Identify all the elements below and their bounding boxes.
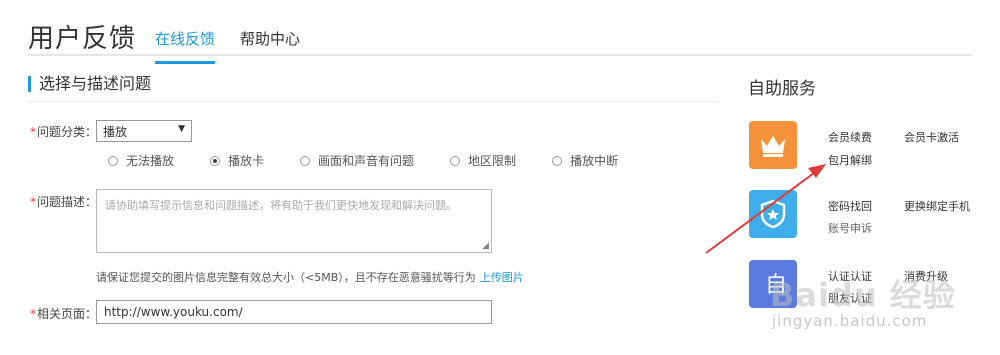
resize-grip-icon[interactable]: ◢: [482, 241, 489, 251]
radio-option-2[interactable]: 画面和声音有问题: [300, 152, 414, 169]
radio-dot-icon: [450, 155, 461, 166]
dropdown-arrow-icon: ▼: [178, 124, 185, 134]
baidu-watermark: Baidu 经验: [770, 276, 956, 314]
link-card-activate[interactable]: 会员卡激活: [904, 129, 959, 145]
page-title: 用户反馈: [28, 24, 137, 54]
radio-dot-icon: [108, 155, 118, 166]
tab-help-center[interactable]: 帮助中心: [240, 28, 300, 64]
radio-option-4[interactable]: 播放中断: [552, 152, 618, 169]
category-selected-value: 播放: [103, 125, 128, 139]
radio-option-0[interactable]: 无法播放: [108, 152, 174, 169]
upload-hint: 请保证您提交的图片信息完整有效总大小（<5MB），且不存在恶意骚扰等行为 上传图片: [96, 271, 524, 284]
required-mark: *: [30, 125, 36, 139]
link-password-recover[interactable]: 密码找回: [828, 198, 872, 214]
link-change-phone[interactable]: 更换绑定手机: [904, 198, 970, 214]
watermark-url: jingyan.baidu.com: [772, 312, 928, 330]
header-divider: [28, 54, 972, 56]
description-placeholder: 请协助填写提示信息和问题描述，将有助于我们更快地发现和解决问题。: [105, 199, 457, 212]
subcategory-radio-group: 无法播放 播放卡 画面和声音有问题 地区限制 播放中断: [108, 152, 654, 169]
crown-icon[interactable]: [749, 121, 797, 169]
related-page-label: *相关页面：: [30, 307, 98, 321]
tab-bar: 在线反馈 帮助中心: [155, 28, 300, 64]
category-select[interactable]: 播放 ▼: [96, 120, 192, 142]
radio-dot-icon: [300, 155, 311, 166]
tab-online-feedback[interactable]: 在线反馈: [155, 28, 216, 64]
radio-option-3[interactable]: 地区限制: [450, 152, 516, 169]
required-mark: *: [30, 195, 36, 209]
section-divider: [28, 101, 718, 102]
description-label: *问题描述：: [30, 195, 98, 209]
radio-dot-icon: [552, 155, 563, 166]
radio-option-1[interactable]: 播放卡: [210, 152, 264, 169]
link-monthly-unbind[interactable]: 包月解绑: [828, 152, 872, 168]
description-textarea[interactable]: 请协助填写提示信息和问题描述，将有助于我们更快地发现和解决问题。 ◢: [96, 189, 492, 253]
radio-dot-icon: [210, 155, 221, 166]
link-member-renew[interactable]: 会员续费: [828, 129, 872, 145]
shield-star-icon[interactable]: [749, 190, 797, 238]
sidebar-title: 自助服务: [748, 79, 816, 99]
section-title: 选择与描述问题: [28, 76, 151, 92]
required-mark: *: [30, 307, 36, 321]
upload-image-link[interactable]: 上传图片: [480, 271, 524, 284]
category-label: *问题分类：: [30, 125, 98, 139]
link-account-appeal[interactable]: 账号申诉: [828, 220, 872, 236]
related-page-input[interactable]: http://www.youku.com/: [96, 300, 492, 324]
